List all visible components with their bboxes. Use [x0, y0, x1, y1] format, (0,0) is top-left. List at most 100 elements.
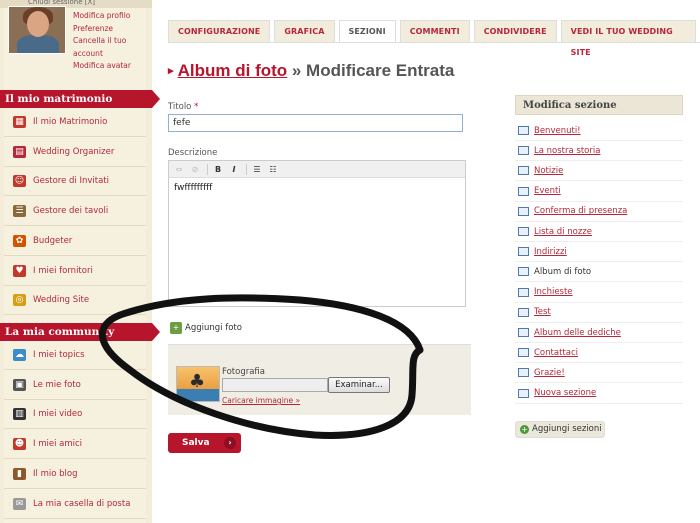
- section-item-test[interactable]: Test: [515, 303, 683, 323]
- section-item-label: Nuova sezione: [534, 388, 597, 399]
- section-item-label: Eventi: [534, 186, 561, 197]
- section-item-album-di-foto[interactable]: Album di foto: [515, 262, 683, 283]
- save-button[interactable]: Salva ›: [168, 433, 241, 453]
- page-title-rest: » Modificare Entrata: [287, 61, 455, 80]
- delete-account-link-cont[interactable]: account: [73, 48, 147, 61]
- sidebar-item-gestore-di-invitati[interactable]: ☺ Gestore di Invitati: [4, 167, 146, 197]
- description-editor[interactable]: ⇔ ⊘ B I ☰ ☷ fwfffffffff: [168, 160, 466, 307]
- sidebar-item-label: I miei fornitori: [33, 265, 93, 276]
- delete-account-link[interactable]: Cancella il tuo: [73, 35, 147, 48]
- preferences-link[interactable]: Preferenze: [73, 23, 147, 36]
- section-item-lista-di-nozze[interactable]: Lista di nozze: [515, 222, 683, 242]
- tab-commenti[interactable]: COMMENTI: [399, 20, 470, 42]
- title-label: Titolo *: [168, 102, 199, 112]
- section-item-label: La nostra storia: [534, 145, 601, 156]
- link-icon[interactable]: ⇔: [172, 163, 186, 176]
- section-item-label: Lista di nozze: [534, 226, 592, 237]
- section-item-album-delle-dediche[interactable]: Album delle dediche: [515, 323, 683, 343]
- sidebar-item-label: Budgeter: [33, 235, 73, 246]
- section-item-benvenuti-[interactable]: Benvenuti!: [515, 121, 683, 141]
- unlink-icon[interactable]: ⊘: [188, 163, 202, 176]
- italic-icon[interactable]: I: [227, 163, 241, 176]
- sidebar-item-wedding-site[interactable]: ◎ Wedding Site: [4, 286, 146, 316]
- section-item-label: Indirizzi: [534, 246, 567, 257]
- arrow-right-icon: ›: [224, 437, 236, 449]
- add-photo-icon: +: [170, 322, 182, 334]
- bullet-list-icon[interactable]: ☰: [250, 163, 264, 176]
- page-title: ▸ Album di foto » Modificare Entrata: [168, 61, 455, 80]
- page-icon: [518, 146, 529, 156]
- file-path-field[interactable]: [222, 378, 328, 392]
- section-header-community: La mia community: [0, 323, 160, 341]
- sidebar-item-il-mio-blog[interactable]: ▮ Il mio blog: [4, 460, 146, 489]
- section-item-eventi[interactable]: Eventi: [515, 182, 683, 202]
- page-icon: [518, 126, 529, 135]
- sidebar-item-la-mia-casella-di-posta[interactable]: ✉ La mia casella di posta: [4, 490, 146, 519]
- page-icon: [518, 206, 529, 216]
- tab-sezioni[interactable]: SEZIONI: [338, 20, 396, 42]
- add-photo-button[interactable]: + Aggiungi foto: [170, 322, 242, 334]
- editor-content[interactable]: fwfffffffff: [169, 178, 465, 198]
- page-icon: [518, 287, 529, 297]
- sidebar-item-gestore-dei-tavoli[interactable]: ☰ Gestore dei tavoli: [4, 197, 146, 227]
- section-item-label: Contattaci: [534, 347, 578, 358]
- sidebar-item-i-miei-video[interactable]: ▥ I miei video: [4, 400, 146, 430]
- tab-bar: CONFIGURAZIONE GRAFICA SEZIONI COMMENTI COND…: [168, 20, 700, 57]
- sidebar-item-budgeter[interactable]: ✿ Budgeter: [4, 227, 146, 256]
- section-item-notizie[interactable]: Notizie: [515, 161, 683, 182]
- browse-button[interactable]: Examinar...: [328, 377, 390, 393]
- tab-vedi-il-tuo-wedding-site[interactable]: VEDI IL TUO WEDDING SITE: [560, 20, 696, 57]
- section-item-la-nostra-storia[interactable]: La nostra storia: [515, 141, 683, 162]
- chat-icon: ☁: [13, 349, 26, 361]
- guests-icon: ☺: [13, 175, 26, 188]
- description-label: Descrizione: [168, 148, 218, 158]
- sidebar-item-i-miei-topics[interactable]: ☁ I miei topics: [4, 341, 146, 370]
- mail-icon: ✉: [13, 497, 26, 510]
- section-item-conferma-di-presenza[interactable]: Conferma di presenza: [515, 202, 683, 222]
- section-item-label: Benvenuti!: [534, 125, 581, 136]
- add-section-button[interactable]: + Aggiungi sezioni: [515, 421, 605, 438]
- title-input[interactable]: fefe: [168, 114, 463, 132]
- section-item-indirizzi[interactable]: Indirizzi: [515, 242, 683, 263]
- page-icon: [518, 227, 529, 236]
- plus-icon: +: [520, 425, 529, 434]
- sidebar-item-i-miei-fornitori[interactable]: ♥ I miei fornitori: [4, 257, 146, 286]
- sidebar-item-label: Wedding Organizer: [33, 146, 115, 157]
- section-item-contattaci[interactable]: Contattaci: [515, 343, 683, 364]
- edit-avatar-link[interactable]: Modifica avatar: [73, 60, 147, 73]
- section-item-label: Album di foto: [534, 266, 592, 277]
- section-item-label: Conferma di presenza: [534, 206, 628, 217]
- tables-icon: ☰: [13, 205, 26, 218]
- sidebar-item-le-mie-foto[interactable]: ▣ Le mie foto: [4, 371, 146, 400]
- section-header-wedding: Il mio matrimonio: [0, 90, 160, 108]
- page-icon: [518, 348, 529, 358]
- sidebar-item-i-miei-amici[interactable]: ☻ I miei amici: [4, 430, 146, 460]
- sidebar-item-label: Gestore dei tavoli: [33, 206, 109, 217]
- bold-icon[interactable]: B: [211, 163, 225, 176]
- section-item-nuova-sezione[interactable]: Nuova sezione: [515, 384, 683, 404]
- section-item-inchieste[interactable]: Inchieste: [515, 283, 683, 303]
- palm-tree-icon: ♣: [189, 371, 206, 392]
- avatar[interactable]: [8, 6, 66, 54]
- sidebar-item-label: I miei topics: [33, 350, 85, 360]
- page-icon: [518, 388, 529, 398]
- page-icon: [518, 368, 529, 378]
- sidebar-item-label: I miei video: [33, 409, 83, 420]
- budget-icon: ✿: [13, 234, 26, 247]
- section-item-grazie-[interactable]: Grazie!: [515, 363, 683, 384]
- section-panel-title: Modifica sezione: [515, 95, 683, 115]
- tab-configurazione[interactable]: CONFIGURAZIONE: [168, 20, 271, 42]
- edit-profile-link[interactable]: Modifica profilo: [73, 10, 147, 23]
- tab-condividere[interactable]: CONDIVIDERE: [473, 20, 557, 42]
- tab-grafica[interactable]: GRAFICA: [274, 20, 335, 42]
- numbered-list-icon[interactable]: ☷: [266, 163, 280, 176]
- album-link[interactable]: Album di foto: [178, 61, 288, 80]
- photo-label: Fotografia: [222, 367, 265, 377]
- page-icon: [518, 166, 529, 176]
- section-panel: Modifica sezione: [515, 95, 683, 115]
- upload-image-link[interactable]: Caricare immagine »: [222, 396, 300, 405]
- page-icon: [518, 247, 529, 257]
- photo-upload-box: ♣ Fotografia Examinar... Caricare immagi…: [168, 344, 471, 415]
- sidebar-item-wedding-organizer[interactable]: ▤ Wedding Organizer: [4, 138, 146, 167]
- sidebar-item-il-mio-matrimonio[interactable]: ▦ Il mio Matrimonio: [4, 108, 146, 137]
